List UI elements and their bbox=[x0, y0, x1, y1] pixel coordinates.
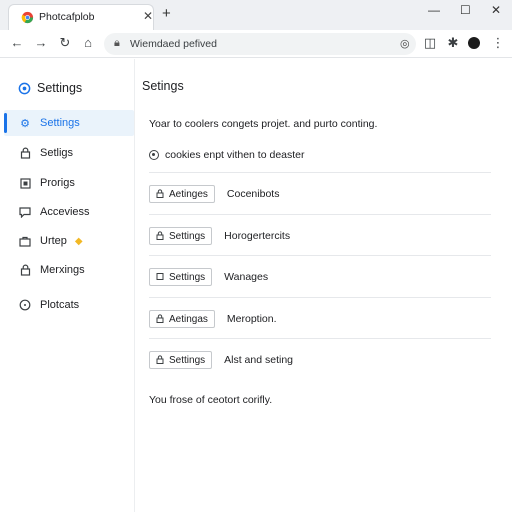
row-settings-button[interactable]: Aetingas bbox=[149, 310, 215, 328]
browser-tab[interactable]: Photcafplob ✕ bbox=[8, 4, 154, 30]
button-label: Aetinges bbox=[169, 188, 208, 200]
divider bbox=[149, 172, 491, 173]
extensions-icon[interactable]: ✱ bbox=[445, 35, 461, 51]
settings-row: Settings Wanages bbox=[149, 257, 491, 297]
divider bbox=[149, 338, 491, 339]
settings-row: Settings Alst and seting bbox=[149, 340, 491, 380]
settings-row: Aetinges Cocenibots bbox=[149, 174, 491, 214]
tab-title: Photcafplob bbox=[39, 11, 95, 23]
button-label: Settings bbox=[169, 230, 206, 242]
sidebar-item-plotcats[interactable]: Plotcats bbox=[4, 292, 134, 318]
home-icon[interactable]: ⌂ bbox=[80, 35, 96, 51]
lock-icon bbox=[18, 146, 32, 160]
briefcase-icon bbox=[18, 234, 32, 248]
settings-sidebar: Settings ⚙ Settings Setligs Prorigs Acce… bbox=[0, 59, 135, 512]
maximize-icon[interactable]: ☐ bbox=[460, 3, 471, 17]
lock-icon bbox=[156, 313, 164, 325]
square-icon bbox=[156, 272, 164, 283]
gear-icon: ⚙ bbox=[20, 117, 30, 130]
row-settings-button[interactable]: Aetinges bbox=[149, 185, 215, 203]
settings-main: Setings Yoar to coolers congets projet. … bbox=[136, 59, 512, 512]
row-label: Horogertercits bbox=[224, 230, 291, 242]
diamond-badge-icon: ◆ bbox=[74, 235, 83, 247]
close-tab-icon[interactable]: ✕ bbox=[143, 9, 153, 23]
forward-arrow-icon[interactable]: → bbox=[33, 35, 49, 51]
sidebar-item-label: Acceviess bbox=[40, 206, 90, 218]
sidebar-item-label: Setligs bbox=[40, 147, 74, 159]
row-label: Cocenibots bbox=[226, 188, 280, 200]
button-label: Aetingas bbox=[169, 313, 208, 325]
sidebar-item-merxings[interactable]: Merxings bbox=[4, 257, 134, 283]
row-settings-button[interactable]: Settings bbox=[149, 227, 213, 245]
sidebar-item-label: Settings bbox=[40, 117, 80, 129]
profile-avatar-icon[interactable] bbox=[466, 35, 482, 51]
site-info-icon[interactable]: 🔒︎ bbox=[114, 37, 120, 50]
sidebar-item-settings[interactable]: ⚙ Settings bbox=[4, 110, 134, 136]
sidebar-item-label: Merxings bbox=[40, 264, 85, 276]
settings-row: Aetingas Meroption. bbox=[149, 299, 491, 339]
address-bar[interactable]: 🔒︎ Wiemdaed pefived ◎ bbox=[104, 33, 416, 55]
divider bbox=[149, 214, 491, 215]
row-label: Alst and seting bbox=[224, 354, 294, 366]
address-url: Wiemdaed pefived bbox=[130, 38, 217, 50]
lens-icon[interactable]: ◎ bbox=[400, 37, 410, 50]
sidebar-item-prorigs[interactable]: Prorigs bbox=[4, 170, 134, 196]
settings-logo-icon bbox=[18, 82, 31, 94]
button-label: Settings bbox=[169, 271, 206, 283]
sidebar-app-title: Settings bbox=[37, 81, 83, 95]
square-icon bbox=[18, 176, 32, 190]
button-label: Settings bbox=[169, 354, 206, 366]
sidebar-item-label: Urtep bbox=[40, 235, 67, 247]
sidebar-item-urtep[interactable]: Urtep ◆ bbox=[4, 228, 134, 254]
browser-favicon-icon bbox=[21, 11, 34, 24]
divider bbox=[149, 255, 491, 256]
chat-icon bbox=[18, 205, 32, 219]
sidebar-header: Settings bbox=[18, 81, 82, 95]
sidebar-item-label: Prorigs bbox=[40, 177, 75, 189]
sidebar-item-acceviess[interactable]: Acceviess bbox=[4, 199, 134, 225]
row-label: Wanages bbox=[224, 271, 269, 283]
minimize-icon[interactable]: — bbox=[428, 3, 440, 17]
sidebar-item-label: Plotcats bbox=[40, 299, 80, 311]
divider bbox=[149, 297, 491, 298]
back-arrow-icon[interactable]: ← bbox=[9, 35, 25, 51]
lock-icon bbox=[156, 354, 164, 366]
row-settings-button[interactable]: Settings bbox=[149, 351, 213, 369]
cookies-radio-option[interactable]: cookies enpt vithen to deaster bbox=[149, 149, 305, 161]
sidebar-item-setligs[interactable]: Setligs bbox=[4, 140, 134, 166]
menu-kebab-icon[interactable]: ⋮ bbox=[490, 35, 506, 51]
row-settings-button[interactable]: Settings bbox=[149, 268, 213, 286]
radio-button[interactable] bbox=[149, 150, 159, 160]
new-tab-plus-icon[interactable]: + bbox=[162, 6, 171, 22]
reading-list-icon[interactable]: ◫ bbox=[422, 35, 438, 51]
tab-strip: Photcafplob ✕ + — ☐ ✕ bbox=[0, 0, 512, 30]
page-description: Yoar to coolers congets projet. and purt… bbox=[149, 118, 378, 130]
lock-icon bbox=[156, 230, 164, 242]
clock-icon bbox=[18, 298, 32, 312]
close-window-icon[interactable]: ✕ bbox=[491, 3, 501, 17]
row-label: Meroption. bbox=[226, 313, 277, 325]
page-title: Setings bbox=[142, 79, 184, 93]
lock-icon bbox=[156, 188, 164, 200]
lock-icon bbox=[18, 263, 32, 277]
reload-icon[interactable]: ↻ bbox=[57, 35, 73, 51]
browser-toolbar: ← → ↻ ⌂ 🔒︎ Wiemdaed pefived ◎ ◫ ✱ ⋮ bbox=[0, 30, 512, 58]
radio-label: cookies enpt vithen to deaster bbox=[165, 149, 305, 161]
footer-note: You frose of ceotort corifly. bbox=[149, 394, 273, 406]
settings-row: Settings Horogertercits bbox=[149, 216, 491, 256]
